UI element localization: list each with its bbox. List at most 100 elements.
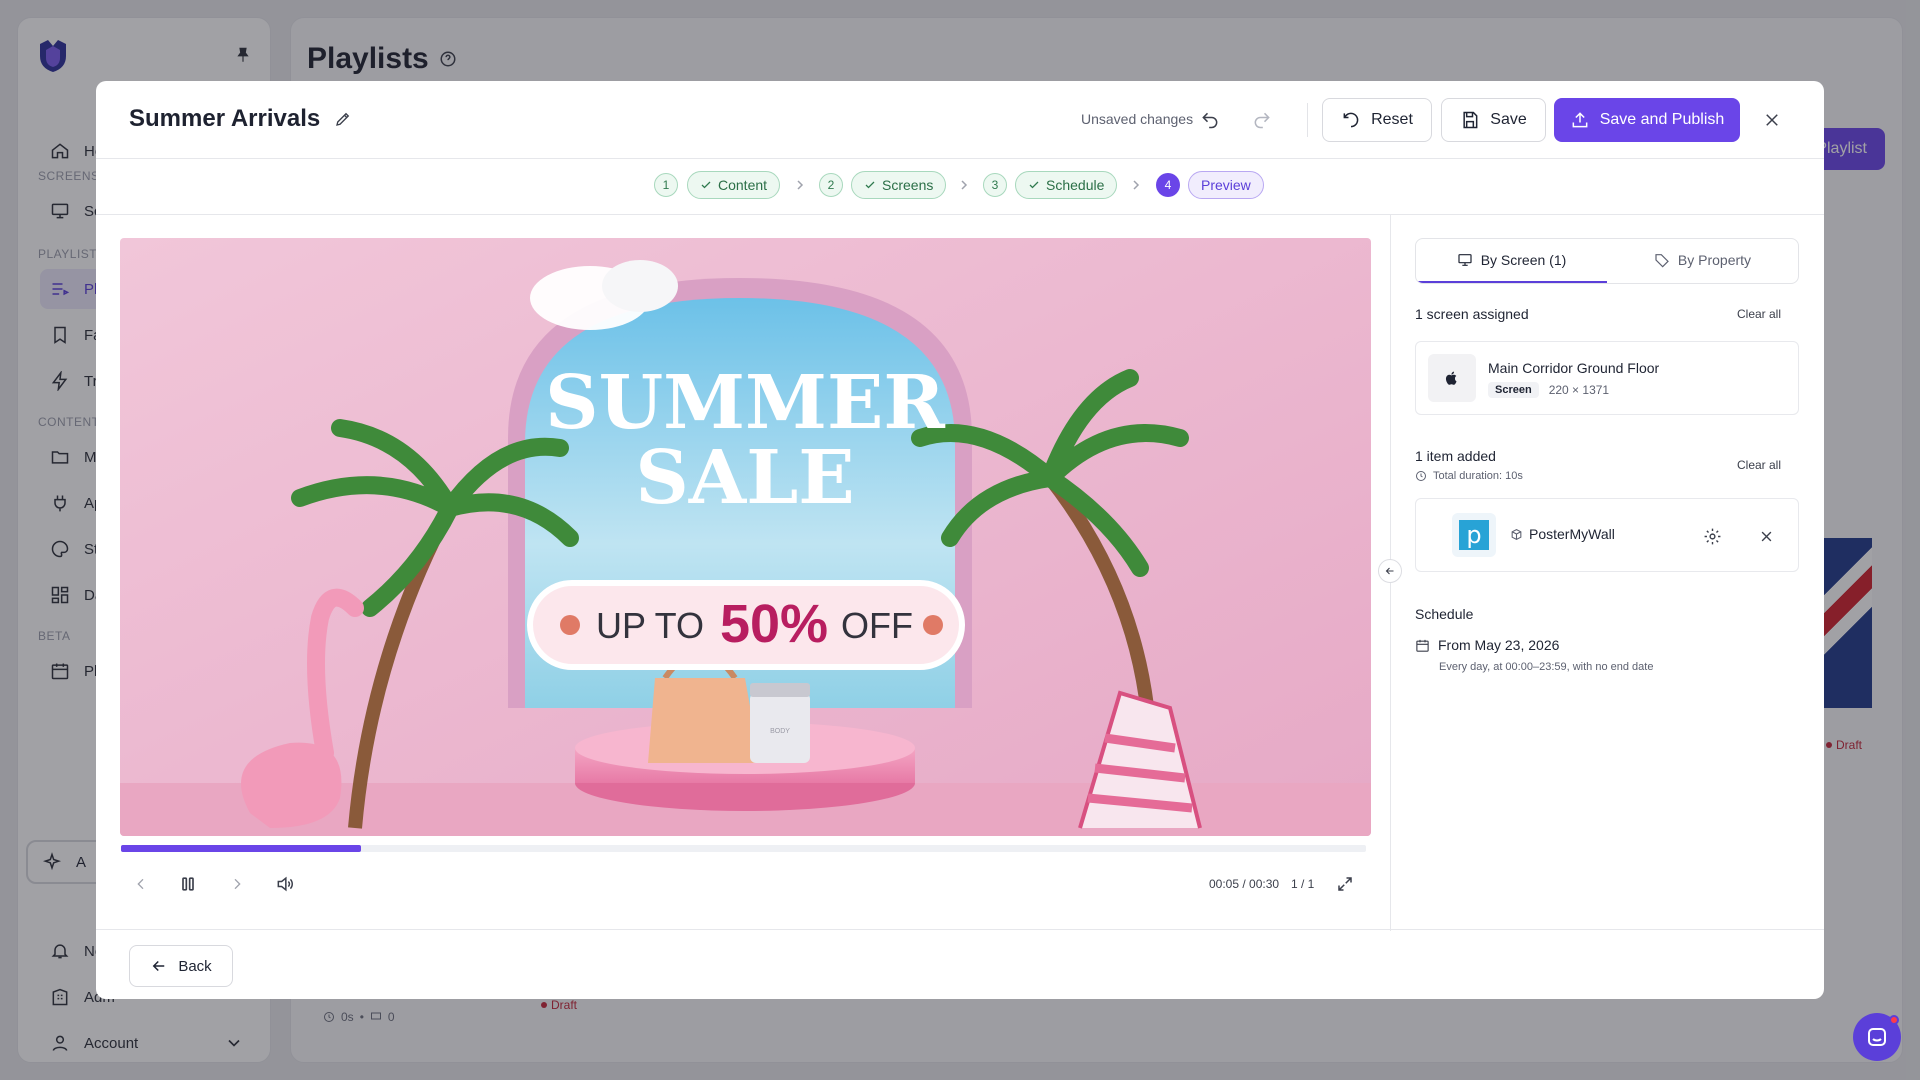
offer-prefix: UP TO <box>596 605 704 646</box>
step-number: 2 <box>819 173 843 197</box>
check-icon <box>865 181 875 189</box>
volume-button[interactable] <box>272 871 298 897</box>
offer-suffix: OFF <box>841 605 913 646</box>
screen-meta: Screen 220 × 1371 <box>1488 382 1609 398</box>
redo-button[interactable] <box>1250 108 1274 132</box>
total-duration: Total duration: 10s <box>1415 470 1523 482</box>
pause-button[interactable] <box>175 871 201 897</box>
playlist-title: Summer Arrivals <box>129 105 352 133</box>
chevron-right-icon <box>797 180 804 190</box>
playlist-item-card[interactable]: p PosterMyWall <box>1415 498 1799 572</box>
step-number: 4 <box>1156 173 1180 197</box>
screen-thumbnail <box>1428 354 1476 402</box>
step-number: 1 <box>654 173 678 197</box>
preview-image: BODY SUMMER SALE UP TO 50% OFF <box>120 238 1371 836</box>
upload-icon <box>1572 112 1588 128</box>
total-duration-text: Total duration: 10s <box>1433 470 1523 482</box>
step-label: Content <box>718 177 768 193</box>
playlist-title-text: Summer Arrivals <box>129 105 321 132</box>
playback-time: 00:05 / 00:30 <box>1209 877 1280 891</box>
reset-icon <box>1343 112 1359 128</box>
save-and-publish-label: Save and Publish <box>1599 111 1725 128</box>
check-icon <box>701 181 711 189</box>
fullscreen-button[interactable] <box>1332 871 1358 897</box>
chevron-right-icon <box>961 180 968 190</box>
save-and-publish-button[interactable]: Save and Publish <box>1554 98 1740 142</box>
clear-items-button[interactable]: Clear all <box>1737 458 1781 472</box>
playback-progress-fill <box>121 845 362 852</box>
previous-button[interactable] <box>128 871 154 897</box>
redo-icon <box>1254 112 1270 129</box>
tag-icon <box>1655 254 1669 268</box>
app-thumbnail: p <box>1452 513 1496 557</box>
playlist-editor-modal: Summer Arrivals Unsaved changes Reset Sa… <box>96 81 1824 999</box>
tab-label: By Screen (1) <box>1480 252 1567 268</box>
postermywall-logo: p <box>1459 520 1489 550</box>
cube-icon <box>1511 528 1522 540</box>
tab-label: By Property <box>1677 252 1752 268</box>
back-button[interactable]: Back <box>129 945 233 987</box>
unsaved-changes-label: Unsaved changes <box>1081 111 1194 127</box>
clock-icon <box>1416 471 1426 481</box>
save-button[interactable]: Save <box>1441 98 1546 142</box>
pencil-icon[interactable] <box>334 110 352 128</box>
bottle-label: BODY <box>770 728 790 735</box>
arrow-left-icon <box>1385 567 1394 575</box>
save-label: Save <box>1490 111 1527 128</box>
step-number: 3 <box>983 173 1007 197</box>
collapse-panel-button[interactable] <box>1378 559 1402 583</box>
app-name-text: PosterMyWall <box>1529 526 1615 542</box>
schedule-heading: Schedule <box>1415 606 1474 622</box>
view-tabs: By Screen (1) By Property <box>1415 238 1799 284</box>
apple-icon <box>1445 371 1457 385</box>
tab-by-screen[interactable]: By Screen (1) <box>1416 239 1607 283</box>
arrow-left-icon <box>153 960 165 972</box>
item-position: 1 / 1 <box>1291 877 1315 891</box>
close-icon <box>1766 114 1778 126</box>
clear-screens-button[interactable]: Clear all <box>1737 307 1781 321</box>
schedule-from: From May 23, 2026 <box>1415 637 1559 653</box>
notification-dot <box>1889 1015 1899 1025</box>
step-label: Screens <box>882 177 934 193</box>
playback-progress-bar[interactable] <box>121 845 1366 852</box>
volume-icon <box>277 876 293 892</box>
chevron-right-icon <box>234 878 241 890</box>
pause-icon <box>182 877 194 891</box>
calendar-icon <box>1416 639 1429 652</box>
reset-label: Reset <box>1371 111 1413 128</box>
save-icon <box>1463 111 1478 129</box>
chat-launcher-button[interactable] <box>1853 1013 1901 1061</box>
tab-by-property[interactable]: By Property <box>1607 239 1798 283</box>
screens-count: 1 screen assigned <box>1415 306 1529 322</box>
headline-line-1: SUMMER <box>545 360 945 446</box>
items-count: 1 item added <box>1415 448 1496 464</box>
offer-value: 50% <box>720 594 828 654</box>
step-preview[interactable]: Preview <box>1188 171 1264 199</box>
reset-button[interactable]: Reset <box>1322 98 1432 142</box>
step-screens[interactable]: Screens <box>851 171 947 199</box>
next-button[interactable] <box>224 871 250 897</box>
chevron-left-icon <box>137 878 144 890</box>
remove-item-button[interactable] <box>1754 524 1778 548</box>
headline-line-2: SALE <box>635 435 854 521</box>
chevron-right-icon <box>1133 180 1140 190</box>
gear-icon <box>1704 528 1720 544</box>
schedule-detail: Every day, at 00:00–23:59, with no end d… <box>1439 661 1654 673</box>
expand-icon <box>1338 877 1352 891</box>
step-label: Schedule <box>1046 177 1105 193</box>
app-name: PosterMyWall <box>1510 526 1615 542</box>
chat-icon <box>1868 1028 1886 1046</box>
screen-card[interactable]: Main Corridor Ground Floor Screen 220 × … <box>1415 341 1799 415</box>
screen-resolution: 220 × 1371 <box>1548 383 1610 397</box>
undo-icon <box>1202 112 1218 129</box>
close-modal-button[interactable] <box>1760 108 1784 132</box>
item-settings-button[interactable] <box>1700 524 1724 548</box>
screen-name: Main Corridor Ground Floor <box>1488 360 1660 376</box>
check-icon <box>1029 181 1039 189</box>
step-schedule[interactable]: Schedule <box>1015 171 1118 199</box>
undo-button[interactable] <box>1198 108 1222 132</box>
header-divider <box>1307 103 1308 137</box>
step-content[interactable]: Content <box>687 171 781 199</box>
step-label: Preview <box>1201 177 1251 193</box>
close-icon <box>1761 531 1771 541</box>
